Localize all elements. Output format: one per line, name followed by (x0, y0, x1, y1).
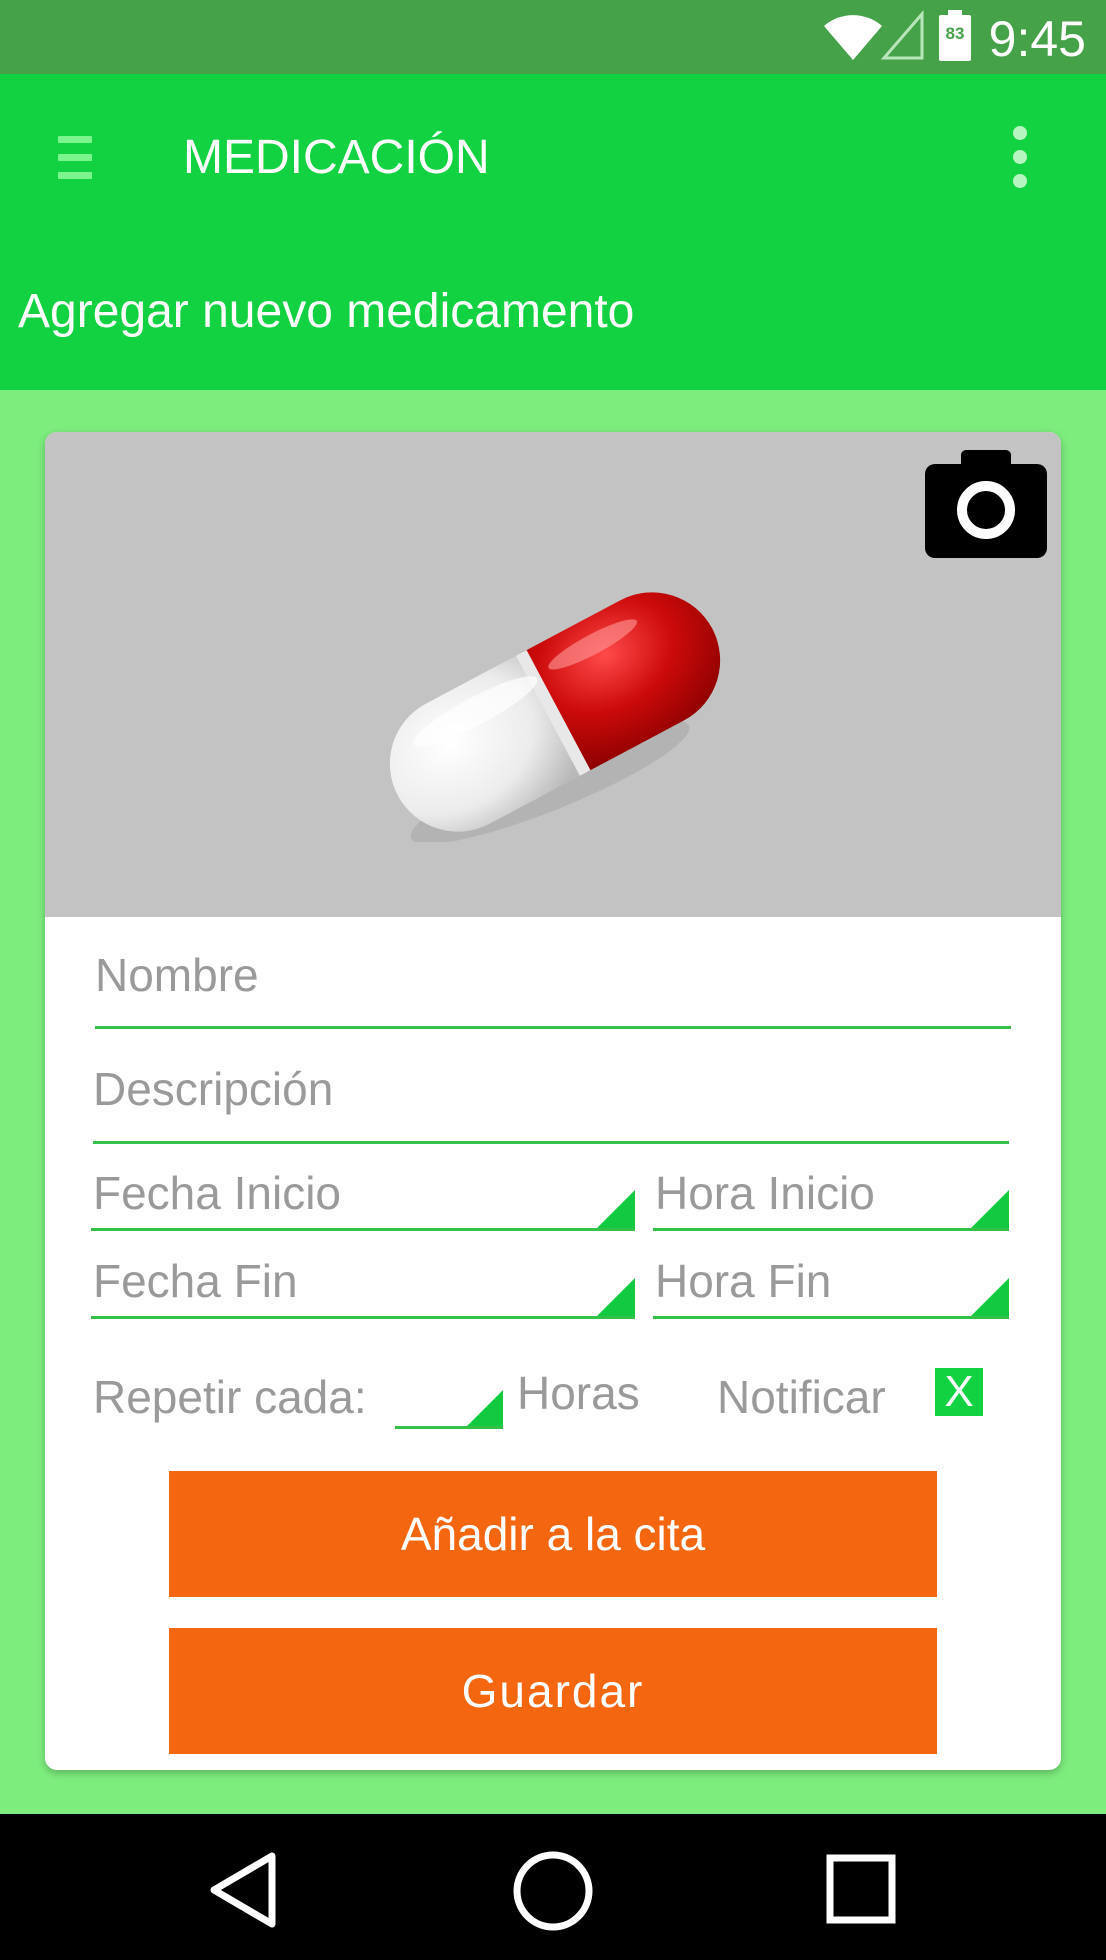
notify-checkbox[interactable]: X (935, 1368, 983, 1416)
start-time-underline (653, 1228, 1009, 1231)
save-button[interactable]: Guardar (169, 1628, 937, 1754)
end-time-spinner[interactable]: Hora Fin (653, 1254, 1009, 1319)
repeat-hours-spinner[interactable] (395, 1370, 503, 1432)
recents-icon[interactable] (826, 1854, 896, 1924)
medication-image-area (45, 432, 1061, 917)
camera-icon[interactable] (925, 450, 1047, 558)
dot (1013, 150, 1027, 164)
status-time: 9:45 (988, 11, 1086, 67)
battery-level: 83 (945, 24, 965, 43)
repeat-label: Repetir cada: (93, 1371, 367, 1423)
spinner-arrow-icon (465, 1390, 503, 1428)
spinner-arrow-icon (971, 1190, 1009, 1228)
spinner-arrow-icon (971, 1278, 1009, 1316)
status-bar: 83 9:45 (0, 0, 1106, 74)
menu-line (58, 172, 92, 179)
end-time-placeholder: Hora Fin (655, 1255, 832, 1307)
dot (1013, 174, 1027, 188)
menu-line (58, 136, 92, 143)
end-date-underline (91, 1316, 635, 1319)
app-toolbar: MEDICACIÓN (0, 74, 1106, 244)
home-icon[interactable] (512, 1850, 594, 1932)
hamburger-menu-icon[interactable] (58, 136, 92, 180)
spinner-arrow-icon (597, 1190, 635, 1228)
description-underline (93, 1141, 1009, 1144)
toolbar-title: MEDICACIÓN (183, 131, 490, 184)
spinner-arrow-icon (597, 1278, 635, 1316)
back-icon[interactable] (208, 1850, 278, 1930)
description-placeholder: Descripción (93, 1063, 334, 1115)
name-underline (95, 1026, 1011, 1029)
navigation-bar (0, 1814, 1106, 1960)
capsule-pill-image (389, 592, 721, 842)
start-date-placeholder: Fecha Inicio (93, 1167, 342, 1219)
notify-label: Notificar (717, 1371, 886, 1423)
end-date-placeholder: Fecha Fin (93, 1255, 298, 1307)
start-date-underline (91, 1228, 635, 1231)
dot (1013, 126, 1027, 140)
battery-icon: 83 (938, 10, 972, 62)
name-placeholder: Nombre (95, 949, 259, 1001)
start-date-spinner[interactable]: Fecha Inicio (91, 1166, 635, 1231)
subheader: Agregar nuevo medicamento (0, 244, 1106, 390)
menu-line (58, 154, 92, 161)
name-input[interactable]: Nombre (95, 948, 1011, 1008)
end-time-underline (653, 1316, 1009, 1319)
end-date-spinner[interactable]: Fecha Fin (91, 1254, 635, 1319)
medication-form-card: Nombre Descripción Fecha Inicio Hora Ini… (45, 432, 1061, 1770)
wifi-icon (824, 15, 882, 60)
repeat-unit: Horas (517, 1367, 640, 1419)
start-time-spinner[interactable]: Hora Inicio (653, 1166, 1009, 1231)
repeat-underline (395, 1426, 503, 1429)
more-vert-icon[interactable] (1010, 126, 1030, 190)
signal-icon (880, 10, 924, 60)
description-input[interactable]: Descripción (93, 1062, 1009, 1122)
start-time-placeholder: Hora Inicio (655, 1167, 875, 1219)
subheader-title: Agregar nuevo medicamento (18, 285, 635, 338)
add-to-appointment-button[interactable]: Añadir a la cita (169, 1471, 937, 1597)
